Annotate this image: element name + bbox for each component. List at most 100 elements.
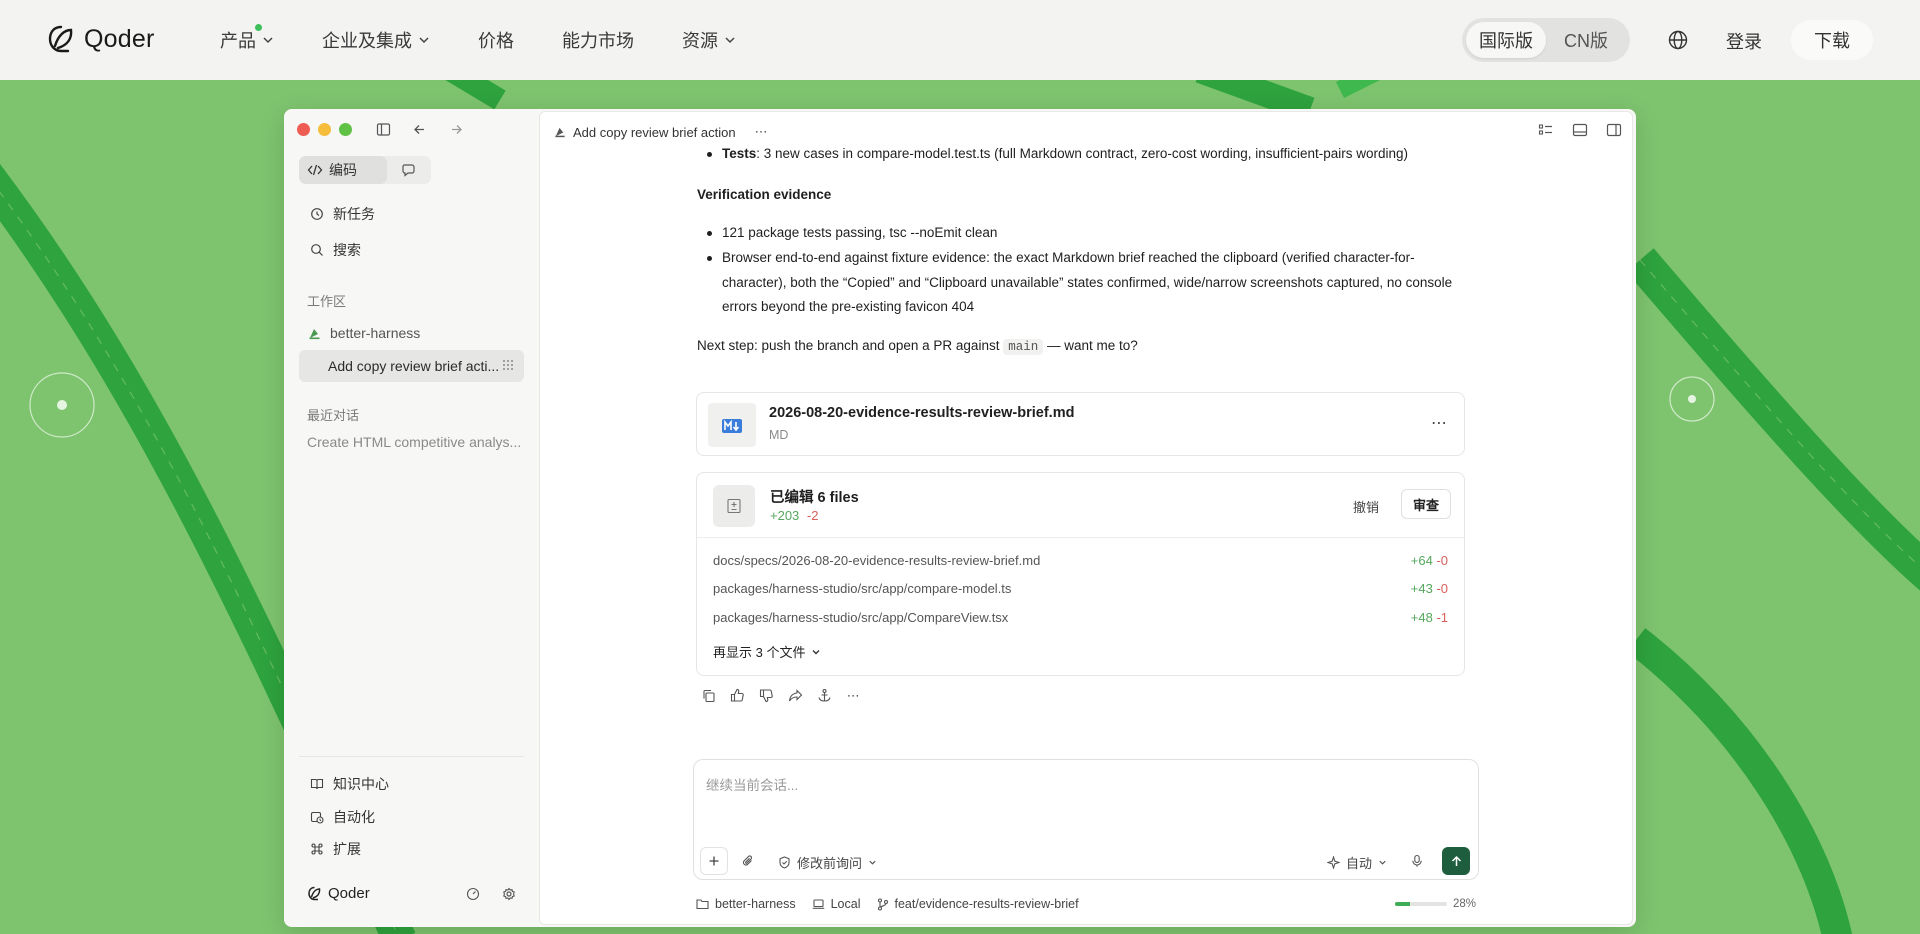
microphone-icon bbox=[1412, 854, 1422, 867]
sidebar-item-active-task[interactable]: Add copy review brief acti... bbox=[299, 350, 524, 382]
mode-chat-button[interactable] bbox=[387, 162, 431, 178]
more-actions-icon[interactable]: ⋯ bbox=[845, 687, 862, 704]
sidebar: 编码 新任务 搜索 工作区 better-harness Add copy re… bbox=[284, 109, 539, 927]
qoder-logo[interactable]: Qoder bbox=[46, 24, 154, 54]
thumbs-down-icon[interactable] bbox=[758, 687, 775, 704]
toggle-bottom-panel-icon[interactable] bbox=[1572, 122, 1588, 138]
copy-icon[interactable] bbox=[700, 687, 717, 704]
changed-file-path: packages/harness-studio/src/app/compare-… bbox=[713, 581, 1012, 596]
changed-file-row[interactable]: docs/specs/2026-08-20-evidence-results-r… bbox=[713, 553, 1448, 568]
sidebar-item-extensions[interactable]: 扩展 bbox=[310, 839, 361, 859]
file-lines-removed: -0 bbox=[1436, 553, 1448, 568]
region-option-intl[interactable]: 国际版 bbox=[1466, 22, 1546, 58]
tests-list: Tests: 3 new cases in compare-model.test… bbox=[697, 142, 1477, 166]
checklist-icon[interactable] bbox=[1538, 122, 1554, 138]
nav-item-resources[interactable]: 资源 bbox=[682, 27, 736, 53]
chevron-down-icon bbox=[812, 649, 820, 654]
add-context-button[interactable] bbox=[700, 847, 728, 875]
anchor-icon[interactable] bbox=[816, 687, 833, 704]
sidebar-item-knowledge[interactable]: 知识中心 bbox=[310, 774, 389, 794]
file-lines-removed: -1 bbox=[1436, 610, 1448, 625]
forward-arrow-icon[interactable] bbox=[449, 122, 464, 137]
task-title: Add copy review brief action bbox=[573, 124, 736, 140]
changed-file-row[interactable]: packages/harness-studio/src/app/compare-… bbox=[713, 581, 1448, 596]
region-option-cn[interactable]: CN版 bbox=[1546, 22, 1626, 58]
changed-file-row[interactable]: packages/harness-studio/src/app/CompareV… bbox=[713, 610, 1448, 625]
message-input[interactable] bbox=[706, 770, 1466, 800]
sidebar-item-recent-chat[interactable]: Create HTML competitive analys... bbox=[307, 434, 521, 450]
main-pane: Add copy review brief action ⋯ Tests: 3 … bbox=[539, 111, 1633, 925]
assistant-message: Tests: 3 new cases in compare-model.test… bbox=[697, 142, 1477, 359]
branch-code: main bbox=[1003, 338, 1044, 355]
tests-label: Tests bbox=[722, 146, 757, 161]
header-tools bbox=[1538, 122, 1622, 138]
repo-label: better-harness bbox=[330, 325, 421, 341]
search-button[interactable]: 搜索 bbox=[310, 240, 361, 260]
maximize-window-button[interactable] bbox=[339, 123, 352, 136]
code-icon bbox=[307, 164, 323, 176]
context-usage-fill bbox=[1394, 902, 1410, 906]
context-usage-percent: 28% bbox=[1452, 898, 1476, 910]
edited-files-card: 已编辑 6 files +203 -2 撤销 审查 docs/specs/202… bbox=[696, 472, 1465, 676]
file-attachment-card[interactable]: 2026-08-20-evidence-results-review-brief… bbox=[696, 392, 1465, 456]
context-usage-bar bbox=[1394, 902, 1447, 906]
nav-item-marketplace[interactable]: 能力市场 bbox=[562, 27, 634, 53]
repo-icon bbox=[555, 127, 565, 138]
status-branch[interactable]: feat/evidence-results-review-brief bbox=[877, 897, 1079, 911]
changed-file-stats: +43 -0 bbox=[1411, 581, 1448, 596]
knowledge-label: 知识中心 bbox=[333, 776, 389, 792]
model-dropdown[interactable]: 自动 bbox=[1327, 853, 1387, 872]
more-options-icon[interactable]: ⋯ bbox=[755, 124, 769, 140]
permission-dropdown[interactable]: 修改前询问 bbox=[778, 853, 877, 872]
mode-code-button[interactable]: 编码 bbox=[299, 156, 387, 184]
sparkle-icon bbox=[1327, 856, 1340, 869]
file-more-icon[interactable]: ⋯ bbox=[1431, 413, 1448, 433]
nav-item-label: 价格 bbox=[478, 31, 514, 51]
changed-file-stats: +48 -1 bbox=[1411, 610, 1448, 625]
attach-button[interactable] bbox=[738, 851, 758, 871]
globe-icon[interactable] bbox=[1667, 29, 1689, 51]
status-env[interactable]: Local bbox=[812, 897, 861, 911]
sidebar-item-automation[interactable]: 自动化 bbox=[310, 807, 375, 827]
download-button[interactable]: 下载 bbox=[1791, 20, 1873, 60]
toggle-right-panel-icon[interactable] bbox=[1606, 122, 1622, 138]
recent-heading: 最近对话 bbox=[307, 408, 360, 423]
minimize-window-button[interactable] bbox=[318, 123, 331, 136]
new-task-button[interactable]: 新任务 bbox=[310, 204, 375, 224]
footer-brand-name: Qoder bbox=[328, 885, 370, 902]
next-step-text: Next step: push the branch and open a PR… bbox=[697, 334, 1477, 359]
edited-files-title: 已编辑 6 files bbox=[770, 490, 859, 506]
nav-item-enterprise[interactable]: 企业及集成 bbox=[322, 27, 430, 53]
show-more-files-button[interactable]: 再显示 3 个文件 bbox=[713, 642, 821, 661]
list-item: 121 package tests passing, tsc --noEmit … bbox=[697, 221, 1477, 245]
next-step-suffix: — want me to? bbox=[1043, 337, 1138, 353]
close-window-button[interactable] bbox=[297, 123, 310, 136]
share-icon[interactable] bbox=[787, 687, 804, 704]
settings-gear-icon[interactable] bbox=[502, 887, 516, 901]
voice-input-button[interactable] bbox=[1407, 851, 1427, 871]
search-icon bbox=[311, 244, 323, 256]
permission-label: 修改前询问 bbox=[797, 856, 863, 871]
login-link[interactable]: 登录 bbox=[1726, 28, 1762, 54]
drag-handle-icon[interactable] bbox=[502, 359, 514, 371]
context-usage: 28% bbox=[1394, 898, 1476, 910]
nav-item-pricing[interactable]: 价格 bbox=[478, 27, 514, 53]
back-arrow-icon[interactable] bbox=[412, 122, 427, 137]
toggle-sidebar-icon[interactable] bbox=[376, 122, 391, 137]
undo-button[interactable]: 撤销 bbox=[1353, 497, 1379, 516]
send-button[interactable] bbox=[1442, 847, 1470, 875]
thumbs-up-icon[interactable] bbox=[729, 687, 746, 704]
nav-links: 产品 企业及集成 价格 能力市场 资源 bbox=[220, 0, 736, 80]
status-repo[interactable]: better-harness bbox=[696, 897, 796, 911]
review-button[interactable]: 审查 bbox=[1401, 489, 1451, 519]
git-branch-icon bbox=[877, 897, 888, 911]
diff-icon bbox=[713, 485, 755, 527]
sidebar-item-repo[interactable]: better-harness bbox=[308, 325, 420, 341]
command-icon bbox=[311, 843, 323, 855]
nav-item-products[interactable]: 产品 bbox=[220, 24, 274, 53]
active-task-label: Add copy review brief acti... bbox=[328, 358, 500, 374]
show-more-label: 再显示 3 个文件 bbox=[713, 645, 806, 660]
workspace-heading: 工作区 bbox=[307, 294, 347, 309]
usage-gauge-icon[interactable] bbox=[466, 887, 480, 901]
mode-code-label: 编码 bbox=[329, 162, 357, 178]
